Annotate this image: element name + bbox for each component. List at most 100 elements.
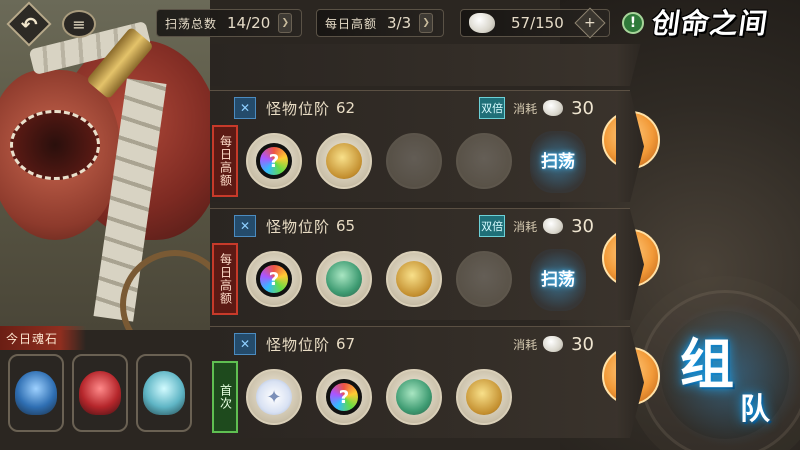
daily-high-chevron-icon[interactable]: ❯ [419, 13, 434, 33]
info-button[interactable]: ! [622, 12, 644, 34]
stage-card[interactable]: ✕ 怪物位阶 65 双倍 消耗 30 每日高额 ? 扫荡 战 [210, 208, 660, 320]
stone-currency-icon [469, 13, 495, 33]
battle-label: 战 [619, 247, 642, 273]
add-stamina-button[interactable]: + [574, 7, 606, 39]
double-bonus-badge: 双倍 [479, 97, 506, 119]
reward-list: ✦ ? [246, 369, 512, 425]
star-crystal-icon: ✦ [256, 379, 292, 415]
soul-stone-row [8, 354, 192, 432]
sweep-total-label: 扫荡总数 [165, 16, 218, 31]
monster-mouth [10, 110, 100, 180]
stamina-value: 57/150 [511, 14, 564, 32]
back-arrow-icon: ↶ [20, 11, 38, 36]
stage-card-partial: 高额 [210, 44, 630, 86]
monster-portrait [0, 0, 210, 330]
sweep-button[interactable]: 扫荡 [530, 131, 586, 193]
brand-title: 创命之间 [649, 7, 771, 40]
reward-orb[interactable] [316, 251, 372, 307]
cost-value: 30 [571, 97, 594, 119]
sweep-total-counter: 扫荡总数 14/20 ❯ [156, 9, 302, 37]
stage-card[interactable]: ✕ 怪物位阶 62 双倍 消耗 30 每日高额 ? 扫荡 战 [210, 90, 660, 202]
double-bonus-badge: 双倍 [479, 215, 506, 237]
sweep-total-chevron-icon[interactable]: ❯ [278, 13, 293, 33]
reward-list: ? [246, 133, 512, 189]
reward-orb[interactable] [456, 369, 512, 425]
sweep-label: 扫荡 [541, 270, 575, 290]
stone-currency-icon [543, 218, 564, 234]
stamina-counter: 57/150 + [460, 7, 610, 39]
reward-list: ? [246, 251, 512, 307]
reward-slot-empty [456, 251, 512, 307]
tier-label: 怪物位阶 [266, 335, 331, 354]
info-icon: ! [629, 15, 637, 31]
daily-high-label: 每日高额 [325, 16, 378, 31]
blue-soul-stone-icon [15, 371, 57, 415]
cost-label: 消耗 [513, 337, 538, 352]
back-button[interactable]: ↶ [6, 1, 52, 47]
cost-value: 30 [571, 333, 594, 355]
stage-header: ✕ 怪物位阶 62 双倍 消耗 30 [234, 91, 614, 125]
sweep-label: 扫荡 [541, 152, 575, 172]
reward-orb[interactable] [386, 251, 442, 307]
sweep-total-value: 14/20 [227, 14, 271, 32]
sweep-button[interactable]: 扫荡 [530, 249, 586, 311]
cost-group: 消耗 30 [513, 334, 594, 355]
stage-header: ✕ 怪物位阶 65 双倍 消耗 30 [234, 209, 614, 243]
stage-tag: 首次 [212, 361, 238, 433]
plus-icon: + [584, 14, 596, 31]
reward-orb[interactable] [316, 133, 372, 189]
hamburger-menu-icon: ≡ [72, 14, 86, 34]
soul-stone-slot[interactable] [72, 354, 128, 432]
menu-button[interactable]: ≡ [62, 10, 96, 38]
reward-orb[interactable]: ? [316, 369, 372, 425]
battle-button[interactable]: 战 [602, 111, 660, 169]
battle-button[interactable]: 战 [602, 347, 660, 405]
stone-currency-icon [543, 100, 564, 116]
team-button-char-2: 队 [740, 392, 770, 427]
rainbow-orb-icon: ? [256, 143, 292, 179]
green-gourd-ticket-icon [326, 261, 362, 297]
reward-orb[interactable] [386, 369, 442, 425]
cyan-soul-stone-icon [143, 371, 185, 415]
soul-stone-slot[interactable] [8, 354, 64, 432]
cost-label: 消耗 [513, 101, 538, 116]
tier-value: 67 [336, 335, 356, 353]
reward-orb[interactable]: ? [246, 251, 302, 307]
gold-gourd-icon [326, 143, 362, 179]
gold-gourd-icon [396, 261, 432, 297]
green-gourd-icon [396, 379, 432, 415]
team-up-button[interactable]: 组 队 [674, 314, 790, 440]
stone-currency-icon [543, 336, 564, 352]
gold-gourd-icon [466, 379, 502, 415]
stage-tag: 每日高额 [212, 243, 238, 315]
tier-value: 65 [336, 217, 356, 235]
tier-icon: ✕ [234, 215, 256, 237]
battle-label: 战 [619, 129, 642, 155]
rainbow-orb-icon: ? [256, 261, 292, 297]
tier-icon: ✕ [234, 333, 256, 355]
tier-icon: ✕ [234, 97, 256, 119]
cost-group: 双倍 消耗 30 [479, 97, 594, 119]
stage-card[interactable]: ✕ 怪物位阶 67 消耗 30 首次 ✦ ? 战 [210, 326, 660, 438]
soul-stone-title: 今日魂石 [0, 326, 86, 350]
tier-value: 62 [336, 99, 356, 117]
daily-high-counter: 每日高额 3/3 ❯ [316, 9, 444, 37]
tier-label: 怪物位阶 [266, 217, 331, 236]
battle-button[interactable]: 战 [602, 229, 660, 287]
cost-value: 30 [571, 215, 594, 237]
tier-label: 怪物位阶 [266, 99, 331, 118]
stage-header: ✕ 怪物位阶 67 消耗 30 [234, 327, 614, 361]
cost-group: 双倍 消耗 30 [479, 215, 594, 237]
reward-slot-empty [456, 133, 512, 189]
back-button-frame: ↶ [6, 1, 52, 47]
battle-label: 战 [619, 365, 642, 391]
reward-orb[interactable]: ? [246, 133, 302, 189]
reward-orb[interactable]: ✦ [246, 369, 302, 425]
stage-list[interactable]: 高额 ✕ 怪物位阶 62 双倍 消耗 30 每日高额 ? [210, 44, 660, 450]
team-button-char-1: 组 [680, 332, 734, 396]
stage-tag: 每日高额 [212, 125, 238, 197]
soul-stone-slot[interactable] [136, 354, 192, 432]
rainbow-orb-icon: ? [326, 379, 362, 415]
cost-label: 消耗 [513, 219, 538, 234]
reward-slot-empty [386, 133, 442, 189]
